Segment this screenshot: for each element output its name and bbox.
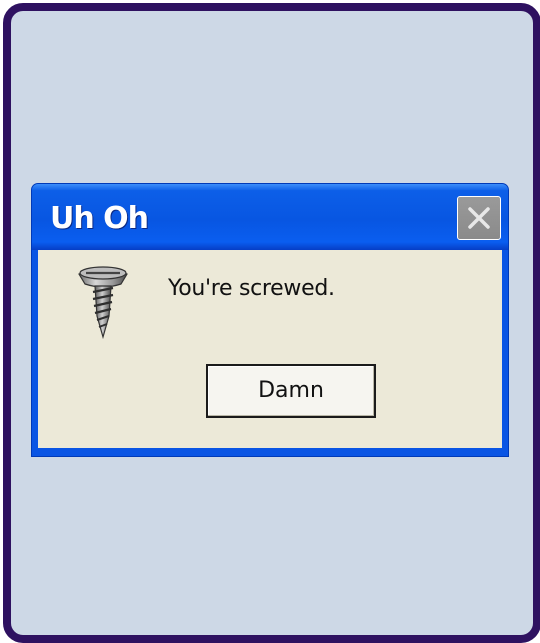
title-bar[interactable]: Uh Oh [32, 184, 508, 250]
dialog-message: You're screwed. [168, 276, 335, 301]
error-dialog: Uh Oh You're screwed. Damn [31, 183, 509, 457]
close-button[interactable] [457, 196, 501, 240]
close-icon [468, 207, 490, 229]
outer-frame: Uh Oh You're screwed. Damn [3, 3, 540, 643]
dialog-body: You're screwed. Damn [38, 250, 502, 448]
screw-icon [78, 266, 128, 340]
dialog-title: Uh Oh [50, 201, 149, 236]
damn-button[interactable]: Damn [206, 364, 376, 418]
